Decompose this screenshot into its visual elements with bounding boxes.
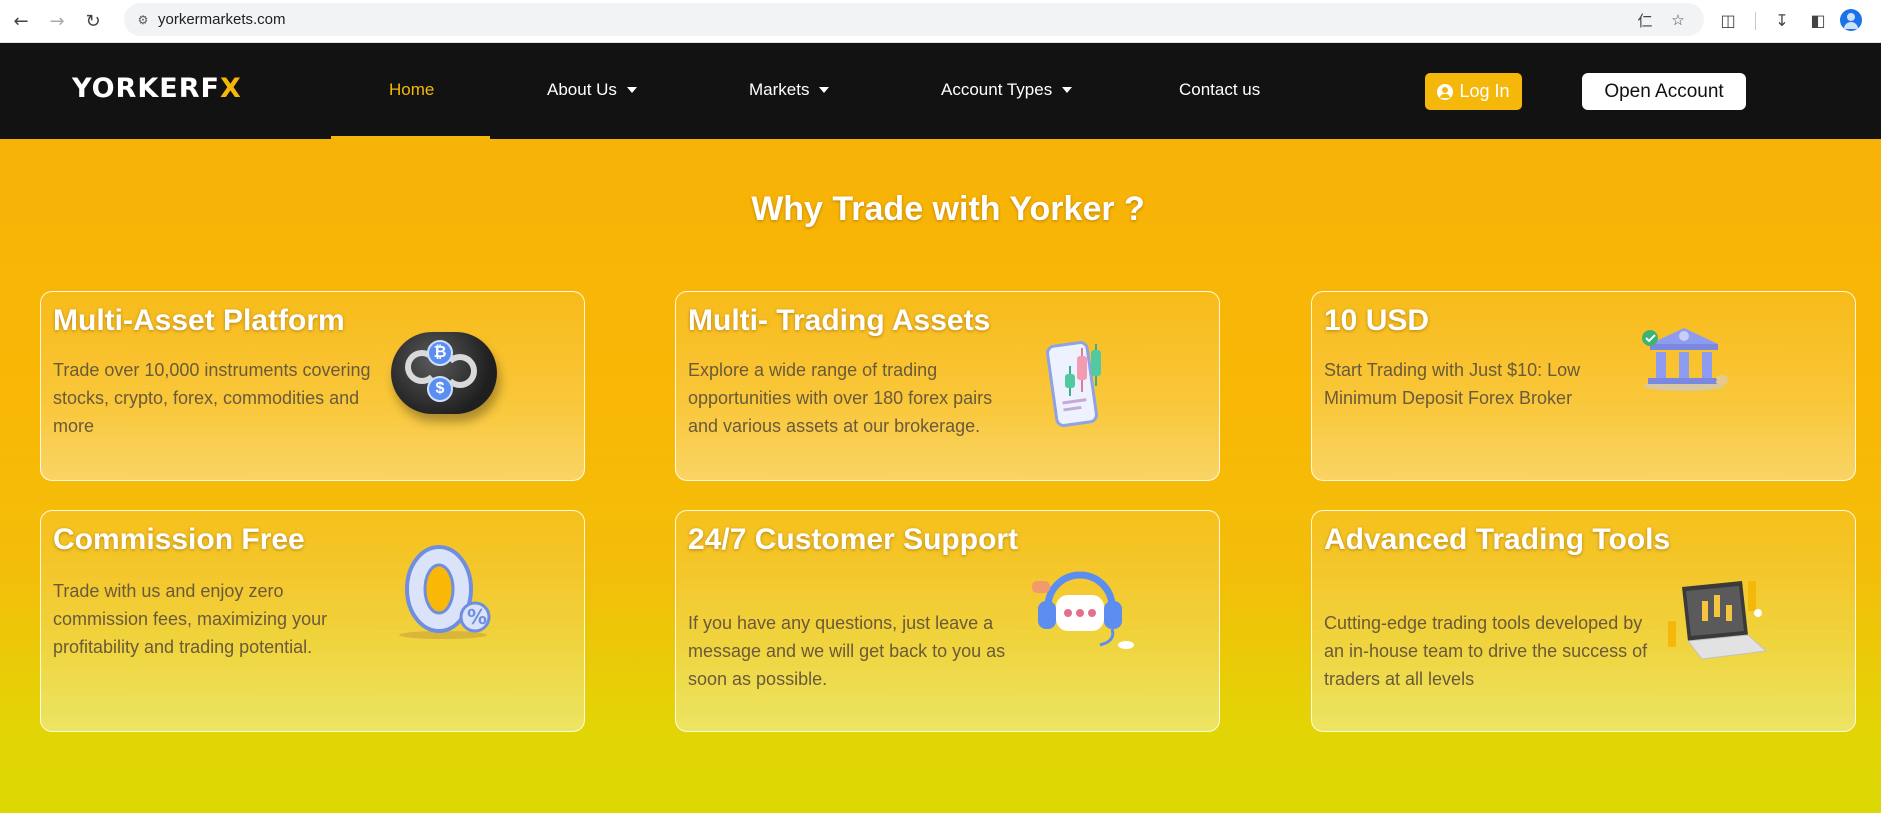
address-bar[interactable]: ⚙ yorkermarkets.com 仁 ☆: [124, 3, 1704, 36]
card-description: Cutting-edge trading tools developed by …: [1324, 613, 1648, 689]
card-title: Multi- Trading Assets: [688, 304, 991, 337]
why-trade-section: Why Trade with Yorker ? Multi-Asset Plat…: [0, 139, 1881, 813]
card-title: Advanced Trading Tools: [1324, 523, 1671, 556]
bookmark-star-icon[interactable]: ☆: [1667, 9, 1689, 31]
profile-avatar-icon[interactable]: [1840, 9, 1862, 31]
side-panel-icon[interactable]: ◧: [1804, 6, 1832, 34]
section-title: Why Trade with Yorker ?: [751, 190, 1145, 228]
nav-contact-us[interactable]: Contact us: [1179, 80, 1260, 100]
feature-card: Advanced Trading Tools Cutting-edge trad…: [1311, 510, 1856, 732]
feature-card: Multi-Asset Platform Trade over 10,000 i…: [40, 291, 585, 481]
feature-card: 24/7 Customer Support If you have any qu…: [675, 510, 1220, 732]
card-description: Trade over 10,000 instruments covering s…: [53, 360, 371, 436]
card-title: Multi-Asset Platform: [53, 304, 345, 337]
browser-toolbar: ← → ↻ ⚙ yorkermarkets.com 仁 ☆ ◫ ↧ ◧: [0, 0, 1881, 43]
user-circle-icon: [1437, 83, 1454, 100]
site-header: YORKERFX Home About Us Markets Account T…: [0, 43, 1881, 139]
login-button[interactable]: Log In: [1425, 73, 1522, 110]
zero-percent-icon: %: [393, 543, 497, 648]
toolbar-divider: [1755, 12, 1756, 30]
download-icon[interactable]: ↧: [1768, 6, 1796, 34]
back-icon[interactable]: ←: [6, 6, 36, 36]
chevron-down-icon: [1062, 87, 1073, 93]
crypto-exchange-icon: ₿ $: [391, 332, 497, 414]
extensions-icon[interactable]: ◫: [1714, 6, 1742, 34]
headset-icon: [1026, 565, 1136, 660]
site-logo[interactable]: YORKERFX: [72, 73, 242, 104]
card-description: If you have any questions, just leave a …: [688, 613, 1006, 689]
svg-text:%: %: [467, 605, 487, 629]
chevron-down-icon: [626, 87, 637, 93]
card-title: 24/7 Customer Support: [688, 523, 1019, 556]
url-text[interactable]: yorkermarkets.com: [158, 11, 286, 28]
card-title: Commission Free: [53, 523, 305, 556]
forward-icon[interactable]: →: [42, 6, 72, 36]
translate-icon[interactable]: 仁: [1634, 9, 1656, 31]
card-title: 10 USD: [1324, 304, 1430, 337]
card-description: Explore a wide range of trading opportun…: [688, 360, 993, 436]
laptop-chart-icon: [1662, 577, 1772, 672]
feature-card: 10 USD Start Trading with Just $10: Low …: [1311, 291, 1856, 481]
feature-card: Multi- Trading Assets Explore a wide ran…: [675, 291, 1220, 481]
nav-home[interactable]: Home: [389, 80, 434, 100]
reload-icon[interactable]: ↻: [78, 6, 108, 36]
open-account-button[interactable]: Open Account: [1582, 73, 1746, 110]
chevron-down-icon: [819, 87, 830, 93]
nav-about-us[interactable]: About Us: [547, 80, 637, 100]
nav-account-types[interactable]: Account Types: [941, 80, 1073, 100]
card-description: Start Trading with Just $10: Low Minimum…: [1324, 360, 1581, 408]
nav-markets[interactable]: Markets: [749, 80, 830, 100]
site-settings-icon[interactable]: ⚙: [134, 11, 152, 29]
feature-card: Commission Free Trade with us and enjoy …: [40, 510, 585, 732]
card-description: Trade with us and enjoy zero commission …: [53, 581, 328, 657]
bank-icon: [1638, 322, 1730, 397]
phone-chart-icon: [1046, 340, 1112, 435]
